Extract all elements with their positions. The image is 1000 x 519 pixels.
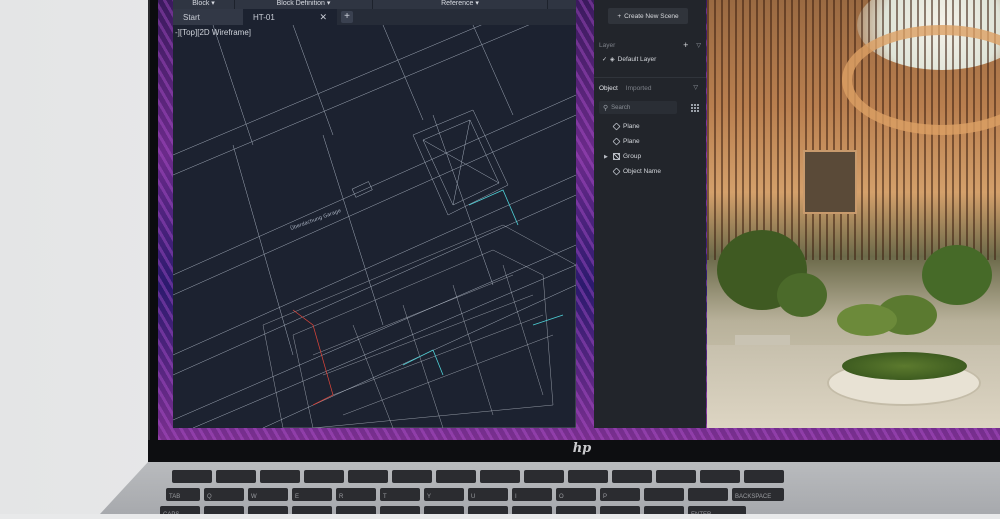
divider — [594, 77, 706, 78]
menu-reference[interactable]: Reference ▾ — [373, 0, 548, 9]
keyboard-key[interactable] — [700, 470, 740, 483]
tree-item-plane[interactable]: Plane — [604, 122, 640, 131]
keyboard-key[interactable] — [644, 488, 684, 501]
keyboard-key[interactable] — [468, 506, 508, 514]
menu-block[interactable]: Block ▾ — [173, 0, 235, 9]
keyboard-key[interactable]: TAB — [166, 488, 200, 501]
layer-header: Layer + ▽ — [599, 40, 701, 50]
keyboard-key[interactable] — [204, 506, 244, 514]
search-icon: ⚲ — [603, 104, 609, 112]
tree-item-group[interactable]: ▶ Group — [604, 153, 641, 160]
add-tab-button[interactable]: + — [341, 11, 353, 23]
keyboard-key[interactable] — [380, 506, 420, 514]
keyboard-key[interactable] — [348, 470, 388, 483]
window-opening — [803, 150, 857, 214]
search-input[interactable]: ⚲ Search — [599, 101, 677, 114]
keyboard-key[interactable] — [600, 506, 640, 514]
render-viewport — [707, 0, 1000, 428]
keyboard-key[interactable] — [248, 506, 288, 514]
layer-heading: Layer — [599, 41, 616, 49]
keyboard-key[interactable]: E — [292, 488, 332, 501]
keyboard-key[interactable] — [216, 470, 256, 483]
keyboard-key[interactable]: T — [380, 488, 420, 501]
keyboard-key[interactable]: P — [600, 488, 640, 501]
tab-start[interactable]: Start — [173, 9, 243, 25]
menu-extra[interactable] — [548, 0, 576, 9]
keyboard-key[interactable] — [304, 470, 344, 483]
keyboard-key[interactable]: U — [468, 488, 508, 501]
close-icon[interactable]: ✕ — [319, 12, 327, 23]
laptop-base: TAB Q W E R T Y U I O P BACKSPACE CAPS ENTER — [100, 462, 1000, 514]
keyboard-key[interactable]: CAPS — [160, 506, 200, 514]
cube-icon — [612, 122, 621, 131]
cad-menubar: Block ▾ Block Definition ▾ Reference ▾ — [173, 0, 576, 9]
group-icon — [613, 153, 620, 160]
check-icon: ✓ — [602, 57, 608, 63]
layer-item-default[interactable]: ✓ ◈ Default Layer — [602, 56, 656, 63]
keyboard-key[interactable] — [556, 506, 596, 514]
planter-greenery — [842, 352, 967, 380]
tree-item-object-name[interactable]: Object Name — [604, 167, 661, 176]
keyboard-key[interactable]: BACKSPACE — [732, 488, 784, 501]
keyboard-key[interactable] — [688, 488, 728, 501]
cad-window: Block ▾ Block Definition ▾ Reference ▾ S… — [173, 0, 576, 428]
expand-arrow-icon[interactable]: ▶ — [604, 154, 610, 160]
keyboard-key[interactable] — [424, 506, 464, 514]
layer-icon: ◈ — [610, 57, 615, 63]
add-layer-icon[interactable]: + — [683, 40, 688, 50]
keyboard-key[interactable] — [392, 470, 432, 483]
cad-drawing-canvas[interactable]: Überdachung Garage — [173, 25, 576, 428]
menu-block-definition[interactable]: Block Definition ▾ — [235, 0, 373, 9]
keyboard-key[interactable]: R — [336, 488, 376, 501]
tab-imported[interactable]: Imported — [626, 85, 652, 92]
keyboard-key[interactable]: W — [248, 488, 288, 501]
chevron-down-icon[interactable]: ▽ — [696, 42, 701, 49]
tree-item-plane[interactable]: Plane — [604, 137, 640, 146]
cube-icon — [612, 137, 621, 146]
keyboard-key[interactable] — [744, 470, 784, 483]
grid-view-icon[interactable] — [691, 104, 699, 112]
tab-ht-01[interactable]: HT-01 ✕ — [243, 9, 337, 25]
object-panel: + Create New Scene Layer + ▽ ✓ ◈ Default… — [594, 0, 706, 428]
keyboard-key[interactable]: O — [556, 488, 596, 501]
keyboard-key[interactable] — [480, 470, 520, 483]
keyboard-key[interactable] — [524, 470, 564, 483]
keyboard-key[interactable] — [336, 506, 376, 514]
keyboard-key[interactable] — [512, 506, 552, 514]
keyboard-key[interactable] — [612, 470, 652, 483]
create-scene-button[interactable]: + Create New Scene — [608, 8, 688, 24]
keyboard-key[interactable]: Q — [204, 488, 244, 501]
tab-object[interactable]: Object — [599, 85, 618, 92]
keyboard-row-1 — [172, 470, 784, 483]
keyboard-key[interactable] — [644, 506, 684, 514]
keyboard-key[interactable] — [656, 470, 696, 483]
hp-logo: hp — [572, 441, 592, 456]
cube-icon — [612, 167, 621, 176]
chevron-down-icon[interactable]: ▽ — [693, 84, 698, 91]
keyboard-key[interactable] — [172, 470, 212, 483]
keyboard-key[interactable] — [292, 506, 332, 514]
keyboard-key[interactable] — [568, 470, 608, 483]
object-tabs: Object Imported — [599, 83, 701, 93]
keyboard-key[interactable]: Y — [424, 488, 464, 501]
keyboard-key[interactable] — [260, 470, 300, 483]
viewport-label[interactable]: -][Top][2D Wireframe] — [175, 28, 251, 37]
cad-tabbar: Start HT-01 ✕ + — [173, 9, 576, 25]
keyboard-row-3: CAPS ENTER — [160, 506, 746, 514]
keyboard-key[interactable] — [436, 470, 476, 483]
plus-icon: + — [617, 12, 622, 20]
keyboard-key[interactable]: I — [512, 488, 552, 501]
keyboard-key[interactable]: ENTER — [688, 506, 746, 514]
plants — [717, 230, 992, 353]
keyboard-row-2: TAB Q W E R T Y U I O P BACKSPACE — [166, 488, 784, 501]
